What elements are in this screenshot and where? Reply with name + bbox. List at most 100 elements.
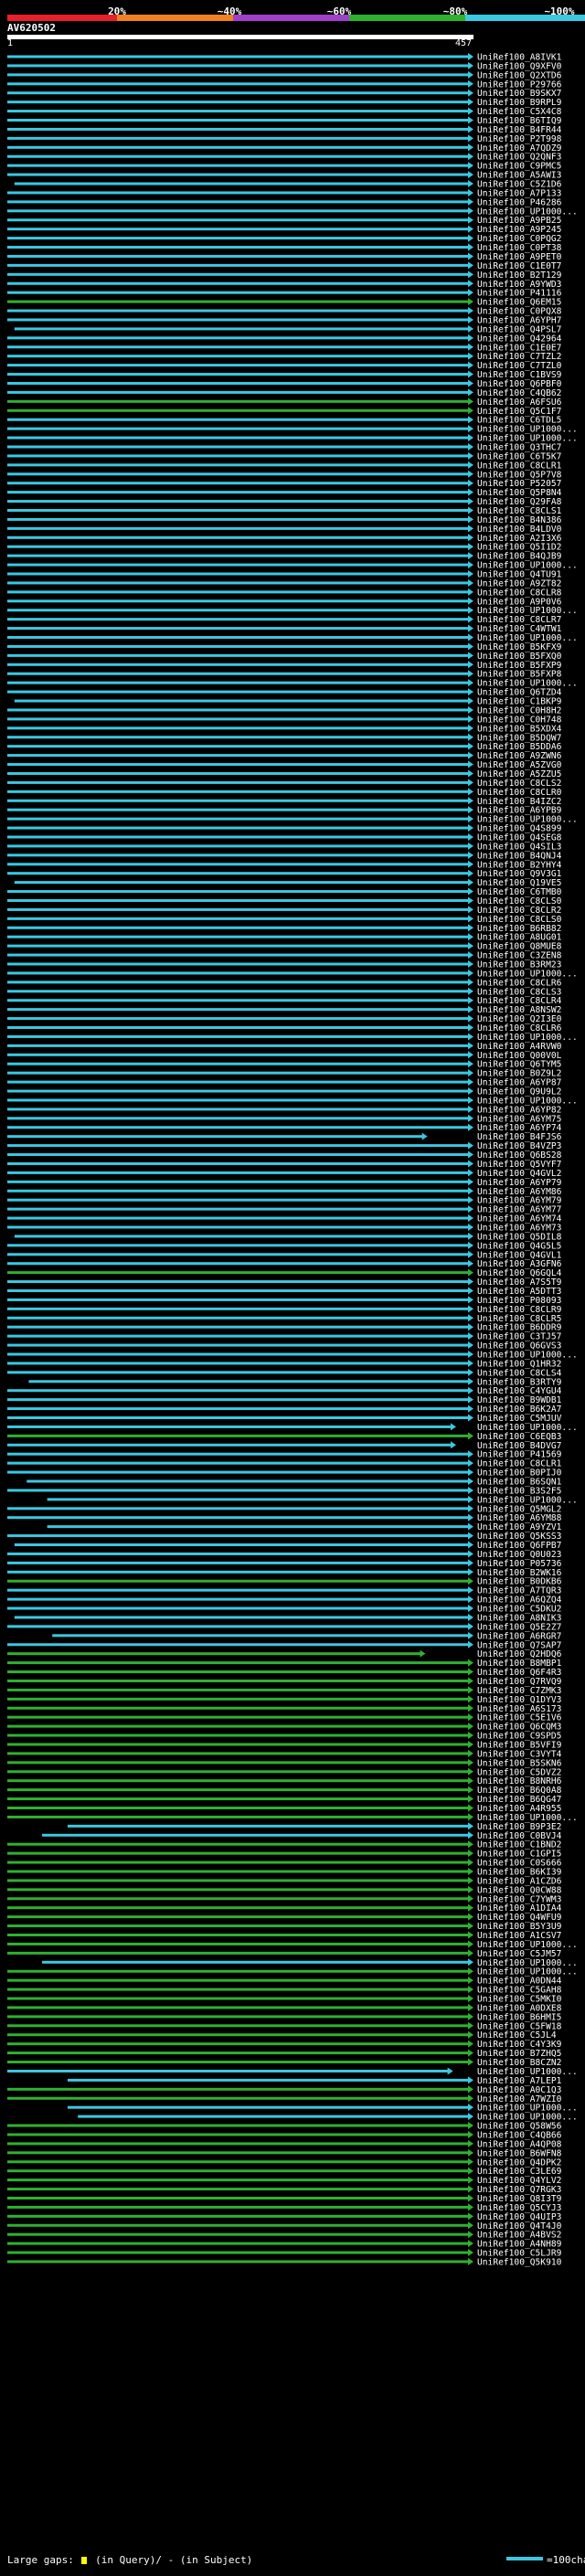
hit-bar[interactable] xyxy=(7,318,469,322)
hit-bar[interactable] xyxy=(7,136,469,140)
hit-bar[interactable] xyxy=(7,463,469,467)
hit-bar[interactable] xyxy=(7,272,469,276)
hit-bar[interactable] xyxy=(7,2151,469,2155)
hit-bar[interactable] xyxy=(7,127,469,131)
hit-bar[interactable] xyxy=(7,1997,469,2000)
hit-bar[interactable] xyxy=(7,55,469,58)
hit-bar[interactable] xyxy=(67,1824,469,1828)
hit-bar[interactable] xyxy=(7,418,469,421)
hit-bar[interactable] xyxy=(7,1643,469,1647)
hit-bar[interactable] xyxy=(14,699,469,703)
hit-bar[interactable] xyxy=(7,154,469,158)
hit-bar[interactable] xyxy=(7,345,469,349)
hit-bar[interactable] xyxy=(7,119,469,122)
hit-bar[interactable] xyxy=(7,1688,469,1691)
hit-bar[interactable] xyxy=(7,717,469,721)
hit-bar[interactable] xyxy=(27,1479,469,1483)
hit-bar[interactable] xyxy=(7,1171,469,1174)
hit-bar[interactable] xyxy=(7,1860,469,1864)
hit-bar[interactable] xyxy=(7,618,469,621)
hit-bar[interactable] xyxy=(7,1679,469,1682)
hit-bar[interactable] xyxy=(7,2061,469,2064)
hit-bar[interactable] xyxy=(7,771,469,775)
hit-bar[interactable] xyxy=(7,1425,452,1428)
hit-bar[interactable] xyxy=(7,627,469,631)
hit-bar[interactable] xyxy=(7,1044,469,1047)
hit-bar[interactable] xyxy=(7,663,469,666)
hit-bar[interactable] xyxy=(14,182,469,186)
hit-bar[interactable] xyxy=(7,1761,469,1765)
hit-bar[interactable] xyxy=(7,907,469,911)
hit-bar[interactable] xyxy=(7,1071,469,1075)
hit-bar[interactable] xyxy=(7,1053,469,1056)
hit-bar[interactable] xyxy=(7,690,469,694)
hit-bar[interactable] xyxy=(7,1334,469,1338)
hit-bar[interactable] xyxy=(7,898,469,902)
hit-bar[interactable] xyxy=(7,281,469,285)
hit-bar[interactable] xyxy=(7,1244,469,1247)
hit-bar[interactable] xyxy=(7,1288,469,1292)
hit-bar[interactable] xyxy=(14,1616,469,1619)
hit-bar[interactable] xyxy=(7,609,469,612)
hit-bar[interactable] xyxy=(7,1561,469,1564)
hit-bar[interactable] xyxy=(7,1371,469,1374)
hit-bar[interactable] xyxy=(7,336,469,340)
hit-bar[interactable] xyxy=(7,1198,469,1202)
hit-bar[interactable] xyxy=(14,1235,469,1238)
hit-bar[interactable] xyxy=(7,2006,469,2009)
hit-bar[interactable] xyxy=(7,1969,469,1973)
hit-bar[interactable] xyxy=(7,853,469,857)
hit-bar[interactable] xyxy=(7,1298,469,1301)
hit-bar[interactable] xyxy=(7,408,469,412)
hit-bar[interactable] xyxy=(7,1008,469,1012)
hit-bar[interactable] xyxy=(7,890,469,894)
hit-bar[interactable] xyxy=(7,1851,469,1855)
hit-bar[interactable] xyxy=(7,1089,469,1093)
hit-bar[interactable] xyxy=(7,1362,469,1365)
hit-bar[interactable] xyxy=(7,672,469,675)
hit-bar[interactable] xyxy=(28,1380,469,1383)
hit-bar[interactable] xyxy=(7,64,469,68)
hit-bar[interactable] xyxy=(7,1343,469,1347)
hit-bar[interactable] xyxy=(7,1697,469,1701)
hit-bar[interactable] xyxy=(7,1126,469,1129)
hit-bar[interactable] xyxy=(7,2015,469,2019)
hit-bar[interactable] xyxy=(7,2242,469,2245)
hit-bar[interactable] xyxy=(7,2251,469,2254)
hit-bar[interactable] xyxy=(7,472,469,476)
hit-bar[interactable] xyxy=(7,373,469,376)
hit-bar[interactable] xyxy=(7,926,469,929)
hit-bar[interactable] xyxy=(7,1325,469,1329)
hit-bar[interactable] xyxy=(7,1461,469,1465)
hit-bar[interactable] xyxy=(7,590,469,594)
hit-bar[interactable] xyxy=(7,2096,469,2100)
hit-bar[interactable] xyxy=(14,1543,469,1547)
hit-bar[interactable] xyxy=(7,436,469,440)
hit-bar[interactable] xyxy=(7,517,469,521)
hit-bar[interactable] xyxy=(7,1153,469,1157)
hit-bar[interactable] xyxy=(7,526,469,530)
hit-bar[interactable] xyxy=(7,835,469,839)
hit-bar[interactable] xyxy=(7,2142,469,2146)
hit-bar[interactable] xyxy=(7,355,469,358)
hit-bar[interactable] xyxy=(7,554,469,557)
hit-bar[interactable] xyxy=(7,1552,469,1555)
hit-bar[interactable] xyxy=(7,1870,469,1873)
hit-bar[interactable] xyxy=(7,254,469,258)
hit-bar[interactable] xyxy=(7,1806,469,1809)
hit-bar[interactable] xyxy=(7,1951,469,1955)
hit-bar[interactable] xyxy=(7,1307,469,1310)
hit-bar[interactable] xyxy=(7,1570,469,1574)
hit-bar[interactable] xyxy=(7,454,469,458)
hit-bar[interactable] xyxy=(7,1597,469,1601)
hit-bar[interactable] xyxy=(7,1271,469,1275)
hit-bar[interactable] xyxy=(7,246,469,249)
hit-bar[interactable] xyxy=(7,780,469,784)
hit-bar[interactable] xyxy=(7,790,469,793)
hit-bar[interactable] xyxy=(7,1879,469,1882)
hit-bar[interactable] xyxy=(7,1779,469,1783)
hit-bar[interactable] xyxy=(7,209,469,213)
hit-bar[interactable] xyxy=(7,2160,469,2164)
hit-bar[interactable] xyxy=(7,1443,452,1447)
hit-bar[interactable] xyxy=(7,1225,469,1229)
